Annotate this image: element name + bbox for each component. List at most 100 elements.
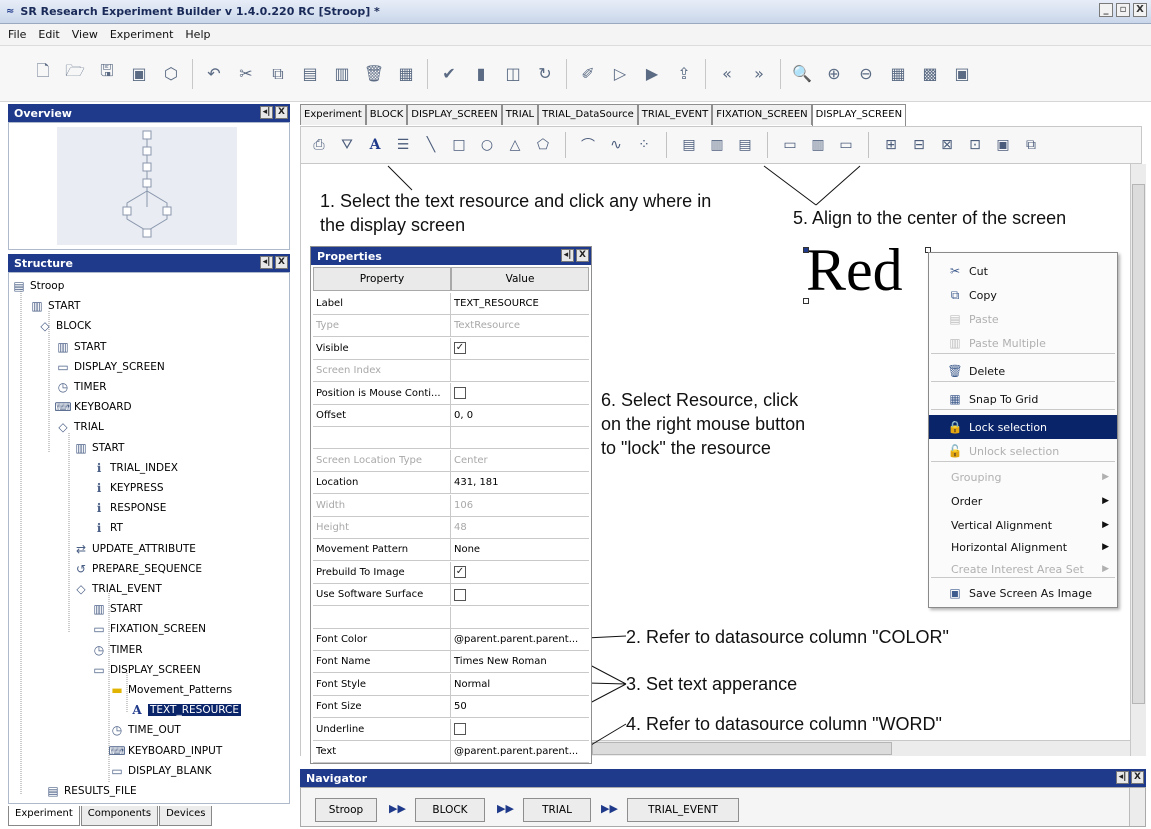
property-value[interactable] [451,607,589,628]
paste-icon: ▤ [949,312,961,326]
context-menu-item[interactable]: ⧉ Copy [929,283,1117,307]
panel-dock-button[interactable]: ◂| [561,249,574,262]
property-name: Offset [313,405,451,426]
property-value[interactable]: ✓ [451,562,589,583]
checked-checkbox[interactable]: ✓ [454,342,466,355]
property-value[interactable]: Normal [451,674,589,695]
property-row[interactable]: Width 106 [313,494,589,517]
value-column-header[interactable]: Value [451,267,589,291]
property-value[interactable]: 106 [451,495,589,516]
context-menu-item[interactable]: ▥ Paste Multiple [929,331,1117,355]
property-value[interactable]: 48 [451,517,589,538]
property-value[interactable]: 50 [451,696,589,717]
property-name: Font Name [313,651,451,673]
context-menu: ✂ Cut ⧉ Copy ▤ Paste ▥ Paste Multiple 🗑 Delete ▦ Sn… [928,252,1118,608]
property-row[interactable]: Visible ✓ [313,337,589,360]
nav-arrow-icon: ▶▶ [601,802,618,815]
checked-checkbox[interactable]: ✓ [454,566,466,579]
text-resource-on-screen[interactable]: Red [806,240,903,300]
nav-stroop-button[interactable]: Stroop [315,798,377,822]
property-value[interactable]: 431, 181 [451,472,589,493]
property-row[interactable]: Movement Pattern None [313,539,589,562]
property-row[interactable]: Font Color @parent.parent.parent... [313,629,589,651]
property-row[interactable] [313,427,589,450]
property-name: Prebuild To Image [313,561,451,583]
context-menu-item[interactable]: ▦ Snap To Grid [929,387,1117,411]
nav-block-button[interactable]: BLOCK [415,798,485,822]
context-menu-label: Delete [969,364,1006,378]
property-name: Text [313,741,451,762]
property-value[interactable]: TEXT_RESOURCE [451,293,589,314]
property-name [313,606,451,628]
property-value[interactable] [451,584,589,605]
property-row[interactable]: Font Style Normal [313,673,589,696]
property-row[interactable] [313,606,589,629]
context-menu-item[interactable]: Horizontal Alignment ▶ [929,535,1117,559]
property-value[interactable]: @parent.parent.parent... [451,741,589,762]
nav-trial-button[interactable]: TRIAL [523,798,591,822]
selection-handle[interactable] [803,247,809,253]
context-menu-item[interactable]: Grouping ▶ [929,465,1117,489]
property-value[interactable]: TextResource [451,315,589,336]
unchecked-checkbox[interactable] [454,387,466,400]
submenu-arrow-icon: ▶ [1102,472,1109,482]
property-row[interactable]: Screen Index [313,360,589,383]
context-menu-item[interactable]: 🔒 Lock selection [929,415,1117,439]
context-menu-label: Paste Multiple [969,336,1046,350]
property-column-header[interactable]: Property [313,267,451,291]
property-value[interactable] [451,383,589,404]
property-name: Type [313,315,451,337]
context-menu-item[interactable]: 🗑 Delete [929,359,1117,383]
save-image-icon: ▣ [949,586,961,600]
property-row[interactable]: Use Software Surface [313,584,589,607]
property-name: Visible [313,337,451,359]
navigator-title: Navigator [306,771,368,785]
submenu-arrow-icon: ▶ [1102,520,1109,530]
property-value[interactable] [451,427,589,448]
property-row[interactable]: Prebuild To Image ✓ [313,561,589,584]
unchecked-checkbox[interactable] [454,588,466,601]
property-row[interactable]: Font Size 50 [313,696,589,719]
context-menu-item[interactable]: ▣ Save Screen As Image [929,581,1117,605]
property-value[interactable] [451,360,589,381]
property-row[interactable]: Label TEXT_RESOURCE [313,293,589,315]
property-row[interactable]: Text @parent.parent.parent... [313,741,589,763]
panel-close-button[interactable]: X [576,249,589,262]
property-value[interactable]: Center [451,450,589,471]
property-row[interactable]: Height 48 [313,517,589,539]
context-menu-item[interactable]: Create Interest Area Set ▶ [929,557,1117,581]
property-row[interactable]: Location 431, 181 [313,472,589,495]
property-row[interactable]: Position is Mouse Conti... [313,382,589,405]
unchecked-checkbox[interactable] [454,723,466,736]
panel-close-button[interactable]: X [1131,771,1144,784]
property-name: Screen Location Type [313,449,451,471]
property-value[interactable]: ✓ [451,338,589,359]
property-name: Height [313,517,451,538]
context-menu-item[interactable]: 🔓 Unlock selection [929,439,1117,463]
property-value[interactable]: None [451,539,589,560]
selection-handle[interactable] [803,298,809,304]
property-value[interactable]: 0, 0 [451,405,589,426]
context-menu-item[interactable]: ✂ Cut [929,259,1117,283]
context-menu-item[interactable]: ▤ Paste [929,307,1117,331]
paste-multiple-icon: ▥ [949,336,961,350]
property-row[interactable]: Screen Location Type Center [313,449,589,472]
nav-arrow-icon: ▶▶ [497,802,514,815]
property-name: Position is Mouse Conti... [313,382,451,404]
submenu-arrow-icon: ▶ [1102,564,1109,574]
property-value[interactable]: @parent.parent.parent... [451,629,589,650]
property-row[interactable]: Type TextResource [313,315,589,338]
property-row[interactable]: Font Name Times New Roman [313,651,589,674]
context-menu-item[interactable]: Vertical Alignment ▶ [929,513,1117,537]
context-menu-label: Copy [969,288,997,302]
property-row[interactable]: Underline [313,718,589,741]
property-value[interactable] [451,719,589,740]
properties-title-bar: Properties ◂| X [311,247,591,265]
scissors-icon: ✂ [949,264,961,278]
nav-trial-event-button[interactable]: TRIAL_EVENT [627,798,739,822]
navigator-scrollbar[interactable] [1129,788,1145,826]
property-value[interactable]: Times New Roman [451,651,589,672]
property-row[interactable]: Offset 0, 0 [313,405,589,427]
context-menu-item[interactable]: Order ▶ [929,489,1117,513]
panel-dock-button[interactable]: ◂| [1116,771,1129,784]
